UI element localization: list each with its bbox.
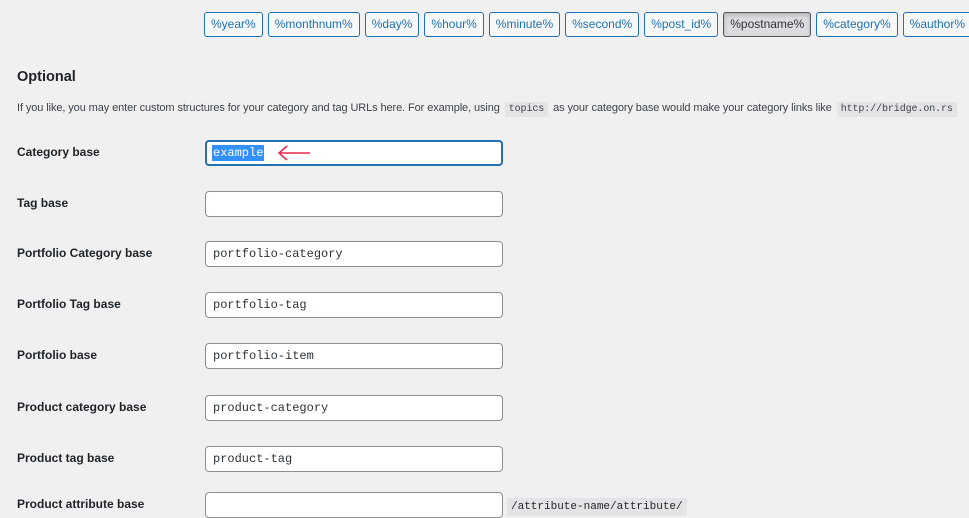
product-attribute-base-label: Product attribute base	[17, 497, 145, 511]
structure-tags: %year% %monthnum% %day% %hour% %minute% …	[204, 12, 969, 37]
tag-hour-button[interactable]: %hour%	[424, 12, 484, 37]
tag-author-button[interactable]: %author%	[902, 12, 969, 37]
desc-text: If you like, you may enter custom struct…	[17, 102, 500, 114]
portfolio-tag-base-label: Portfolio Tag base	[17, 297, 121, 311]
arrow-left-icon	[277, 145, 310, 161]
tag-category-button[interactable]: %category%	[816, 12, 898, 37]
category-base-label: Category base	[17, 145, 100, 159]
selected-text: example	[212, 145, 265, 161]
product-tag-base-input[interactable]	[205, 446, 503, 472]
product-category-base-label: Product category base	[17, 400, 147, 414]
desc-code: topics	[504, 102, 549, 117]
section-title: Optional	[17, 69, 76, 85]
field-row-category-base: Category base example	[0, 140, 969, 166]
field-row-portfolio-category-base: Portfolio Category base	[0, 241, 969, 267]
field-row-portfolio-base: Portfolio base	[0, 343, 969, 369]
tag-minute-button[interactable]: %minute%	[488, 12, 561, 37]
portfolio-category-base-label: Portfolio Category base	[17, 246, 153, 260]
tag-year-button[interactable]: %year%	[204, 12, 263, 37]
field-row-product-category-base: Product category base	[0, 395, 969, 421]
field-row-portfolio-tag-base: Portfolio Tag base	[0, 292, 969, 318]
field-row-product-tag-base: Product tag base	[0, 446, 969, 472]
tag-second-button[interactable]: %second%	[565, 12, 640, 37]
tag-post-id-button[interactable]: %post_id%	[644, 12, 719, 37]
tag-monthnum-button[interactable]: %monthnum%	[267, 12, 360, 37]
field-row-tag-base: Tag base	[0, 191, 969, 217]
product-attribute-base-input[interactable]	[205, 492, 503, 518]
portfolio-tag-base-input[interactable]	[205, 292, 503, 318]
desc-code: http://bridge.on.rs	[836, 102, 957, 117]
product-tag-base-label: Product tag base	[17, 451, 115, 465]
portfolio-category-base-input[interactable]	[205, 241, 503, 267]
product-category-base-input[interactable]	[205, 395, 503, 421]
product-attribute-base-suffix: /attribute-name/attribute/	[507, 498, 687, 516]
portfolio-base-label: Portfolio base	[17, 348, 98, 362]
tag-postname-button[interactable]: %postname%	[723, 12, 812, 37]
section-description: If you like, you may enter custom struct…	[17, 100, 962, 118]
tag-base-input[interactable]	[205, 191, 503, 217]
field-row-product-attribute-base: Product attribute base /attribute-name/a…	[0, 492, 969, 518]
portfolio-base-input[interactable]	[205, 343, 503, 369]
tag-base-label: Tag base	[17, 196, 69, 210]
desc-text: as your category base would make your ca…	[553, 102, 832, 114]
tag-day-button[interactable]: %day%	[364, 12, 420, 37]
